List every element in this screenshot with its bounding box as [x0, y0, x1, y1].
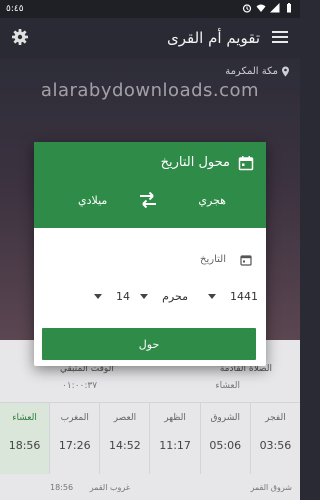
upcoming-prayer-value: العشاء: [215, 381, 240, 391]
app-bar: تقويم أم القرى: [0, 18, 300, 58]
signal-icon: [270, 3, 280, 13]
prayer-fajr: الفجر 03:56: [249, 403, 300, 474]
prayer-time: 18:56: [8, 439, 41, 452]
month-select[interactable]: محرم: [140, 290, 188, 303]
status-bar: ٥:٤٥: [0, 0, 300, 18]
moonset-time: 18:56: [50, 483, 74, 492]
moonrise-label: شروق القمر: [250, 483, 292, 492]
menu-icon[interactable]: [270, 28, 290, 48]
dialog-title: محول التاريخ: [160, 155, 230, 170]
prayer-time: 14:52: [109, 439, 141, 452]
prayer-name: الظهر: [164, 413, 186, 423]
dialog-body: التاريخ 1441 محرم 14 حول: [34, 228, 266, 366]
prayer-name: العصر: [113, 413, 137, 423]
prayer-dhuhr: الظهر 11:17: [149, 403, 199, 474]
day-value: 14: [116, 290, 130, 303]
chevron-down-icon: [94, 294, 102, 299]
dialog-header: محول التاريخ هجري ميلادي: [34, 142, 266, 228]
prayer-isha: العشاء 18:56: [0, 403, 50, 474]
prayer-time: 11:17: [159, 439, 191, 452]
alarm-icon: [242, 4, 252, 13]
month-value: محرم: [162, 290, 188, 303]
prayer-time: 03:56: [259, 439, 292, 452]
date-icon: [240, 255, 252, 266]
prayer-name: الشروق: [210, 413, 241, 423]
moonset-label: غروب القمر: [89, 483, 130, 492]
battery-icon: [287, 3, 291, 13]
watermark: alarabydownloads.com: [40, 80, 260, 101]
convert-button[interactable]: حول: [42, 328, 256, 360]
remaining-time-value: ٠١:٠٠:٣٧: [62, 381, 98, 391]
location-pin-icon: [282, 66, 289, 77]
gregorian-option[interactable]: ميلادي: [78, 194, 107, 207]
prayer-maghrib: المغرب 17:26: [49, 403, 99, 474]
prayer-asr: العصر 14:52: [99, 403, 149, 474]
swap-icon[interactable]: [138, 191, 158, 209]
status-icons: [242, 3, 294, 13]
calendar-icon: [238, 156, 254, 171]
year-select[interactable]: 1441: [208, 290, 258, 303]
prayer-time: 17:26: [58, 439, 91, 452]
location: مكة المكرمة: [225, 66, 290, 77]
location-text: مكة المكرمة: [225, 66, 278, 77]
prayer-name: الفجر: [265, 413, 286, 423]
prayer-name: المغرب: [60, 413, 89, 423]
date-converter-dialog: محول التاريخ هجري ميلادي التاريخ 1441 مح…: [34, 142, 266, 366]
prayer-name: العشاء: [12, 413, 37, 423]
chevron-down-icon: [140, 294, 149, 299]
date-label: التاريخ: [200, 254, 226, 265]
moon-times: شروق القمر غروب القمر 18:56: [0, 474, 300, 500]
app-title: تقويم أم القرى: [166, 29, 260, 47]
prayer-sunrise: الشروق 05:06: [199, 403, 250, 474]
hijri-option[interactable]: هجري: [198, 194, 226, 207]
wifi-icon: [256, 4, 266, 12]
year-value: 1441: [230, 290, 258, 303]
day-select[interactable]: 14: [94, 290, 130, 303]
chevron-down-icon: [208, 294, 216, 299]
gear-icon[interactable]: [10, 27, 30, 47]
prayer-time: 05:06: [209, 439, 242, 452]
prayer-times-grid: الفجر 03:56 الشروق 05:06 الظهر 11:17 العصر 1…: [0, 402, 300, 474]
status-clock: ٥:٤٥: [6, 4, 24, 14]
